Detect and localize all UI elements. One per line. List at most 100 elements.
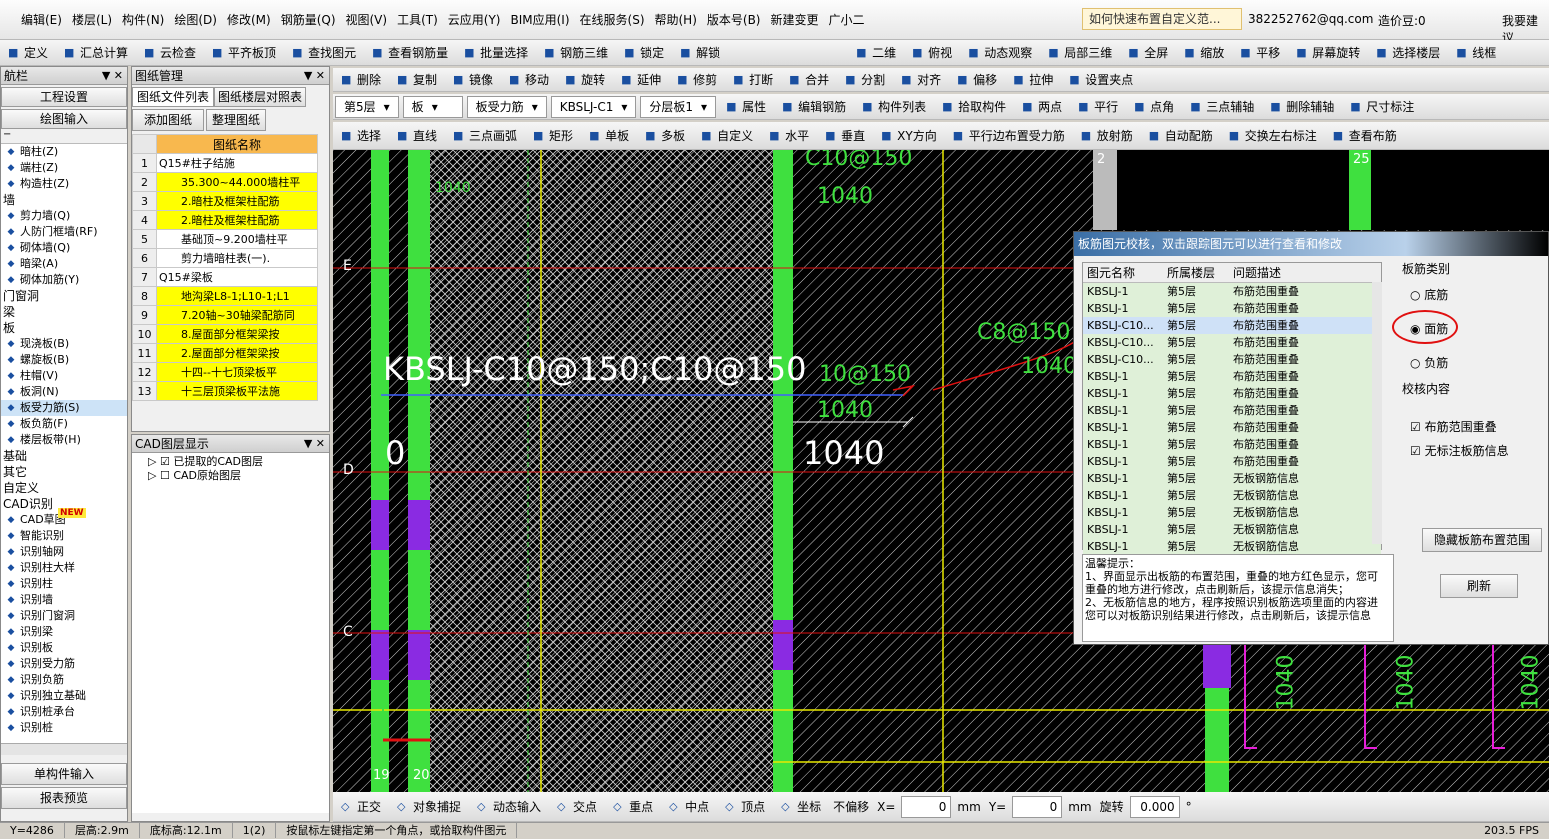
toolbar-button[interactable]: ■ 直线: [389, 125, 445, 147]
toolbar-button[interactable]: ■ 批量选择: [456, 42, 536, 64]
nav-item[interactable]: ◆ 板负筋(F): [1, 416, 127, 432]
menu-item[interactable]: 广小二: [824, 11, 870, 28]
toolbar-button[interactable]: ■ 局部三维: [1040, 42, 1120, 64]
nav-item[interactable]: ◆ 识别板: [1, 640, 127, 656]
nav-item[interactable]: ◆ 识别桩承台: [1, 704, 127, 720]
col-element-name[interactable]: 图元名称: [1083, 263, 1163, 282]
check-overlap[interactable]: ☑ 布筋范围重叠: [1410, 418, 1497, 435]
nav-item[interactable]: ◆ 识别桩: [1, 720, 127, 736]
menu-item[interactable]: 云应用(Y): [443, 11, 506, 28]
grid-row[interactable]: KBSLJ-1 第5层 布筋范围重叠: [1083, 385, 1381, 402]
drawing-input-button[interactable]: 绘图输入: [1, 109, 127, 129]
menu-item[interactable]: 帮助(H): [650, 11, 702, 28]
grid-row[interactable]: KBSLJ-C10... 第5层 布筋范围重叠: [1083, 351, 1381, 368]
drawing-row[interactable]: 2 35.300~44.000墙柱平: [132, 172, 318, 192]
nav-item[interactable]: 门窗洞: [1, 288, 127, 304]
extracted-layer-item[interactable]: ▷ ☑ 已提取的CAD图层: [148, 455, 329, 469]
toolbar-button[interactable]: ■ 设置夹点: [1061, 69, 1141, 91]
grid-row[interactable]: KBSLJ-1 第5层 布筋范围重叠: [1083, 368, 1381, 385]
radio-bottom[interactable]: ○ 底筋: [1410, 286, 1448, 303]
snap-button[interactable]: ◇ 交点: [549, 796, 605, 818]
menu-item[interactable]: 新建变更: [766, 11, 824, 28]
nav-item[interactable]: 其它: [1, 464, 127, 480]
nav-item[interactable]: ◆ 板受力筋(S): [1, 400, 127, 416]
toolbar-button[interactable]: ■ 线框: [1448, 42, 1504, 64]
toolbar-button[interactable]: ■ 拾取构件: [934, 96, 1014, 118]
collapse-icon[interactable]: −: [1, 129, 127, 143]
nav-item[interactable]: ◆ 人防门框墙(RF): [1, 224, 127, 240]
toolbar-button[interactable]: ■ 偏移: [949, 69, 1005, 91]
nav-item[interactable]: ◆ 智能识别: [1, 528, 127, 544]
nav-item[interactable]: ◆ 暗柱(Z): [1, 144, 127, 160]
toolbar-button[interactable]: ■ 单板: [581, 125, 637, 147]
toolbar-button[interactable]: ■ XY方向: [873, 125, 945, 147]
toolbar-button[interactable]: ■ 交换左右标注: [1221, 125, 1325, 147]
toolbar-button[interactable]: ■ 平齐板顶: [204, 42, 284, 64]
snap-button[interactable]: ◇ 中点: [661, 796, 717, 818]
nav-item[interactable]: ◆ 识别柱: [1, 576, 127, 592]
nav-scrollbar[interactable]: [1, 743, 127, 755]
select-floor[interactable]: 第5层 ▾: [335, 95, 399, 118]
toolbar-button[interactable]: ■ 修剪: [669, 69, 725, 91]
toolbar-button[interactable]: ■ 点角: [1126, 96, 1182, 118]
grid-row[interactable]: KBSLJ-1 第5层 布筋范围重叠: [1083, 402, 1381, 419]
toolbar-button[interactable]: ■ 动态观察: [960, 42, 1040, 64]
toolbar-button[interactable]: ■ 编辑钢筋: [774, 96, 854, 118]
drawing-row[interactable]: 7 Q15#梁板: [132, 267, 318, 287]
snap-button[interactable]: ◇ 正交: [333, 796, 389, 818]
toolbar-button[interactable]: ■ 镜像: [445, 69, 501, 91]
nav-item[interactable]: ◆ 砌体墙(Q): [1, 240, 127, 256]
menu-item[interactable]: 编辑(E): [16, 11, 67, 28]
toolbar-button[interactable]: ■ 尺寸标注: [1342, 96, 1422, 118]
nav-item[interactable]: 板: [1, 320, 127, 336]
drawing-row[interactable]: 10 8.屋面部分框架梁按: [132, 324, 318, 344]
toolbar-button[interactable]: ■ 对齐: [893, 69, 949, 91]
nav-item[interactable]: ◆ 构造柱(Z): [1, 176, 127, 192]
toolbar-button[interactable]: ■ 复制: [389, 69, 445, 91]
toolbar-button[interactable]: ■ 三点辅轴: [1182, 96, 1262, 118]
menu-item[interactable]: 绘图(D): [169, 11, 222, 28]
menu-item[interactable]: 版本号(B): [702, 11, 766, 28]
toolbar-button[interactable]: ■ 分割: [837, 69, 893, 91]
y-input[interactable]: 0: [1012, 795, 1063, 818]
select-subtype[interactable]: 板受力筋 ▾: [466, 95, 547, 118]
grid-row[interactable]: KBSLJ-C10... 第5层 布筋范围重叠: [1083, 334, 1381, 351]
menu-item[interactable]: 在线服务(S): [575, 11, 650, 28]
nav-item[interactable]: 梁: [1, 304, 127, 320]
snap-button[interactable]: ◇ 坐标: [773, 796, 829, 818]
toolbar-button[interactable]: ■ 属性: [718, 96, 774, 118]
drawing-row[interactable]: 3 2.暗柱及框架柱配筋: [132, 191, 318, 211]
select-element[interactable]: KBSLJ-C1 ▾: [550, 95, 637, 118]
close-icon[interactable]: ▼ ✕: [304, 435, 329, 452]
nav-item[interactable]: ◆ 板洞(N): [1, 384, 127, 400]
toolbar-button[interactable]: ■ 查找图元: [284, 42, 364, 64]
nav-item[interactable]: 墙: [1, 192, 127, 208]
toolbar-button[interactable]: ■ 水平: [761, 125, 817, 147]
toolbar-button[interactable]: ■ 二维: [848, 42, 904, 64]
toolbar-button[interactable]: ■ 查看钢筋量: [364, 42, 456, 64]
toolbar-button[interactable]: ■ 自动配筋: [1141, 125, 1221, 147]
menu-item[interactable]: BIM应用(I): [505, 11, 574, 28]
drawing-row[interactable]: 8 地沟梁L8-1;L10-1;L1: [132, 286, 318, 306]
grid-row[interactable]: KBSLJ-1 第5层 布筋范围重叠: [1083, 283, 1381, 300]
nav-item[interactable]: ◆ 螺旋板(B): [1, 352, 127, 368]
toolbar-button[interactable]: ■ 合并: [781, 69, 837, 91]
grid-scrollbar[interactable]: [1372, 282, 1382, 544]
col-issue[interactable]: 问题描述: [1229, 263, 1369, 282]
toolbar-button[interactable]: ■ 选择楼层: [1368, 42, 1448, 64]
toolbar-button[interactable]: ■ 屏幕旋转: [1288, 42, 1368, 64]
toolbar-button[interactable]: ■ 平行边布置受力筋: [945, 125, 1073, 147]
nav-item[interactable]: ◆ 端柱(Z): [1, 160, 127, 176]
nav-item[interactable]: ◆ 识别柱大样: [1, 560, 127, 576]
toolbar-button[interactable]: ■ 拉伸: [1005, 69, 1061, 91]
nav-item[interactable]: ◆ 识别梁: [1, 624, 127, 640]
toolbar-button[interactable]: ■ 旋转: [557, 69, 613, 91]
toolbar-button[interactable]: ■ 平行: [1070, 96, 1126, 118]
menu-item[interactable]: 楼层(L): [67, 11, 117, 28]
report-preview-button[interactable]: 报表预览: [1, 787, 127, 809]
toolbar-button[interactable]: ■ 三点画弧: [445, 125, 525, 147]
toolbar-button[interactable]: ■ 查看布筋: [1325, 125, 1405, 147]
tab-floor-map[interactable]: 图纸楼层对照表: [214, 87, 306, 107]
snap-button[interactable]: ◇ 重点: [605, 796, 661, 818]
toolbar-button[interactable]: ■ 钢筋三维: [536, 42, 616, 64]
